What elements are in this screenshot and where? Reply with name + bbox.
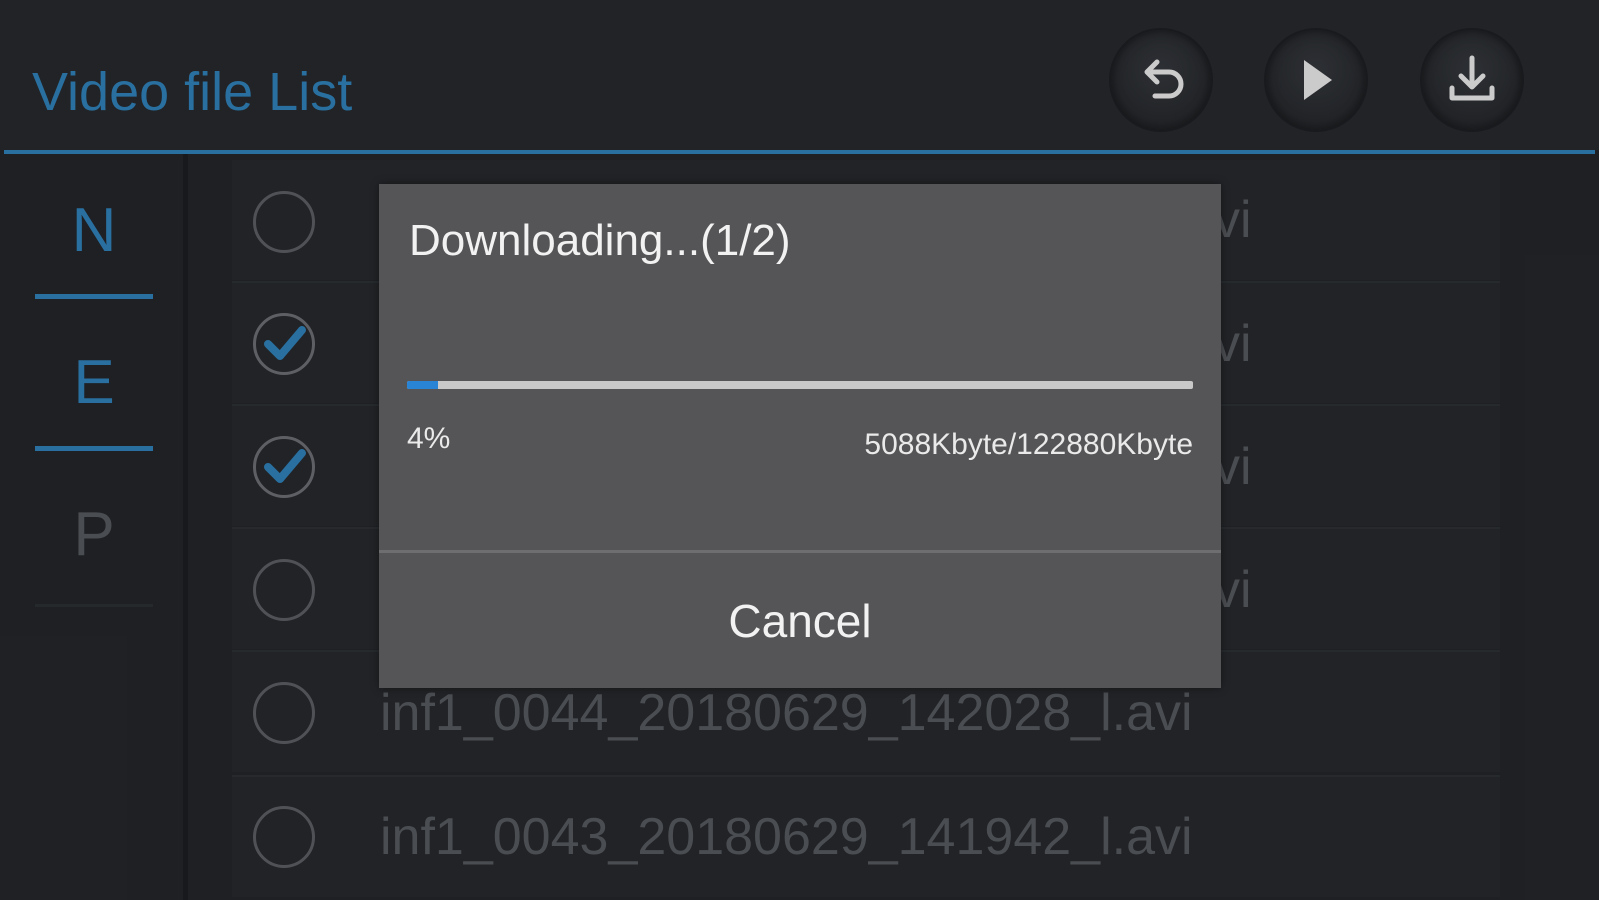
video-file-list-screen: Video file List N E P vi vi vi vi inf1_0… — [0, 0, 1599, 900]
cancel-button[interactable]: Cancel — [379, 553, 1221, 688]
progress-size: 5088Kbyte/122880Kbyte — [864, 428, 1193, 461]
dialog-title: Downloading...(1/2) — [409, 216, 791, 265]
progress-fill — [407, 381, 439, 389]
download-progress-dialog: Downloading...(1/2) 4% 5088Kbyte/122880K… — [379, 184, 1221, 688]
download-progress-bar — [407, 381, 1193, 389]
progress-percent: 4% — [407, 422, 451, 455]
